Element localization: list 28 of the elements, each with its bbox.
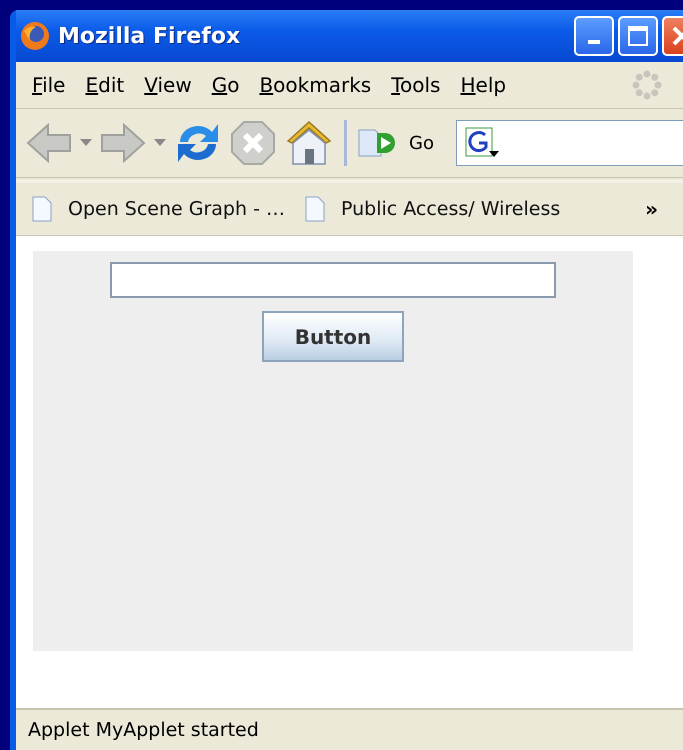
- bookmark-link[interactable]: Public Access/ Wireless: [340, 198, 560, 220]
- maximize-button[interactable]: [618, 16, 658, 56]
- go-label[interactable]: Go: [409, 132, 434, 154]
- status-text: Applet MyApplet started: [28, 719, 259, 741]
- minimize-icon: [588, 40, 600, 44]
- more-bookmarks-button[interactable]: »: [645, 197, 658, 221]
- maximize-icon: [627, 25, 649, 47]
- menu-item[interactable]: Go: [202, 73, 250, 97]
- page-icon[interactable]: [304, 196, 325, 222]
- caret-icon[interactable]: [80, 139, 92, 147]
- menu-item[interactable]: View: [134, 73, 202, 97]
- search-field[interactable]: [456, 120, 683, 166]
- menu-item[interactable]: Edit: [75, 73, 134, 97]
- window-title: Mozilla Firefox: [58, 24, 240, 48]
- page-icon[interactable]: [32, 196, 52, 222]
- firefox-logo-icon: [20, 21, 50, 51]
- menu-item[interactable]: Bookmarks: [249, 73, 382, 97]
- home-icon[interactable]: [284, 119, 334, 167]
- search-engine-icon[interactable]: [464, 127, 501, 159]
- menu-item[interactable]: Tools: [381, 73, 450, 97]
- bookmark-link[interactable]: Open Scene Graph - …: [68, 198, 285, 220]
- applet-button[interactable]: Button: [262, 311, 404, 362]
- menu-item[interactable]: File: [22, 73, 76, 97]
- minimize-button[interactable]: [574, 16, 614, 56]
- throbber-icon: [632, 70, 662, 100]
- menu-item[interactable]: Help: [450, 73, 516, 97]
- caret-icon[interactable]: [154, 139, 166, 147]
- text-field[interactable]: [110, 262, 556, 298]
